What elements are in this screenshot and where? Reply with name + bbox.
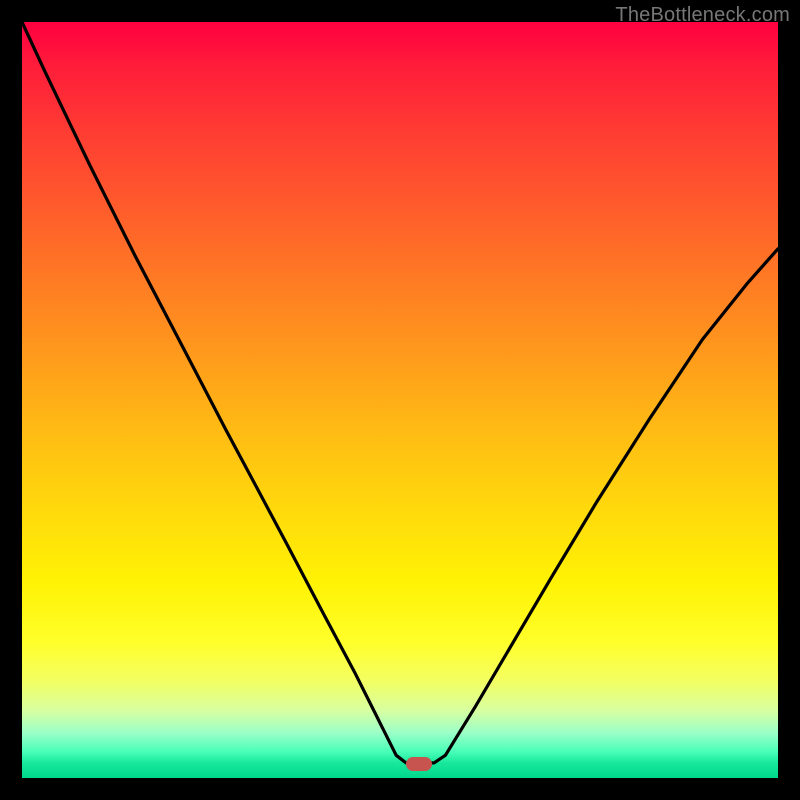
optimal-point-marker [406, 757, 432, 771]
watermark-text: TheBottleneck.com [615, 4, 790, 27]
plot-area [22, 22, 778, 778]
bottleneck-curve [22, 22, 778, 778]
curve-path [22, 22, 778, 763]
chart-frame: TheBottleneck.com [0, 0, 800, 800]
